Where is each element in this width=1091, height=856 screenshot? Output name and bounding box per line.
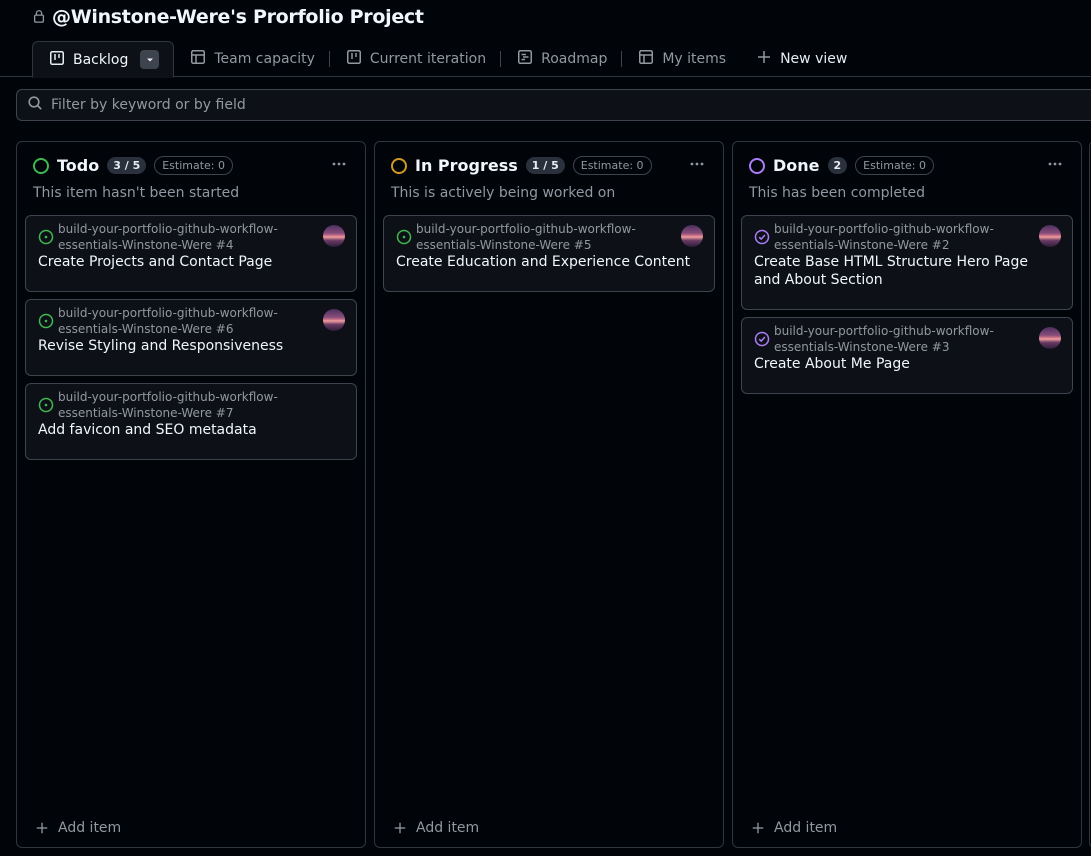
column-done: Done 2 Estimate: 0 This has been complet… — [732, 141, 1082, 848]
filter-bar — [16, 89, 1091, 121]
tab-current-iteration[interactable]: Current iteration — [330, 41, 500, 77]
card-title[interactable]: Add favicon and SEO metadata — [38, 421, 338, 439]
tab-label: Team capacity — [214, 51, 315, 67]
tab-backlog[interactable]: Backlog — [32, 41, 175, 78]
card-repo[interactable]: build-your-portfolio-github-workflow-ess… — [58, 305, 308, 337]
tab-my-items[interactable]: My items — [622, 41, 740, 77]
card-title[interactable]: Revise Styling and Responsiveness — [38, 337, 338, 355]
column-header: Todo 3 / 5 Estimate: 0 — [33, 156, 234, 175]
add-item-button[interactable]: Add item — [751, 820, 837, 836]
tab-label: Current iteration — [369, 51, 487, 67]
card-repo[interactable]: build-your-portfolio-github-workflow-ess… — [774, 221, 1024, 253]
add-item-button[interactable]: Add item — [393, 820, 479, 836]
view-tabs: Backlog Team capacity Current iteration … — [32, 41, 861, 78]
column-description: This is actively being worked on — [391, 185, 616, 201]
card-repo[interactable]: build-your-portfolio-github-workflow-ess… — [58, 221, 308, 253]
tab-label: My items — [662, 51, 727, 67]
view-options-dropdown[interactable] — [140, 50, 160, 69]
issue-card[interactable]: build-your-portfolio-github-workflow-ess… — [25, 383, 357, 460]
column-menu-button[interactable] — [1043, 154, 1067, 174]
filter-input[interactable] — [51, 97, 951, 113]
avatar[interactable] — [323, 225, 345, 247]
card-repo[interactable]: build-your-portfolio-github-workflow-ess… — [416, 221, 666, 253]
issue-open-icon — [38, 229, 54, 245]
avatar[interactable] — [1039, 327, 1061, 349]
table-icon — [638, 49, 654, 69]
board-icon — [346, 49, 362, 69]
issue-card[interactable]: build-your-portfolio-github-workflow-ess… — [25, 299, 357, 376]
plus-icon — [394, 822, 406, 834]
avatar[interactable] — [1039, 225, 1061, 247]
card-repo[interactable]: build-your-portfolio-github-workflow-ess… — [774, 323, 1024, 355]
new-view-button[interactable]: New view — [740, 41, 861, 77]
issue-closed-icon — [754, 229, 770, 245]
kebab-horizontal-icon — [690, 162, 704, 166]
status-circle-icon — [33, 157, 49, 174]
roadmap-icon — [517, 49, 533, 69]
issue-open-icon — [38, 313, 54, 329]
column-title: Todo — [57, 156, 100, 175]
tab-label: New view — [780, 51, 848, 67]
card-repo[interactable]: build-your-portfolio-github-workflow-ess… — [58, 389, 308, 421]
column-title: Done — [773, 156, 820, 175]
status-circle-icon — [391, 157, 407, 174]
issue-card[interactable]: build-your-portfolio-github-workflow-ess… — [25, 215, 357, 292]
add-item-label: Add item — [416, 820, 480, 836]
kebab-horizontal-icon — [1048, 162, 1062, 166]
search-icon — [27, 95, 43, 115]
issue-card[interactable]: build-your-portfolio-github-workflow-ess… — [741, 317, 1073, 394]
card-title[interactable]: Create Base HTML Structure Hero Page and… — [754, 253, 1054, 289]
item-count-badge: 2 — [827, 157, 848, 174]
card-title[interactable]: Create About Me Page — [754, 355, 1054, 373]
title-row: @Winstone-Were's Prorfolio Project — [32, 6, 424, 28]
plus-icon — [752, 822, 764, 834]
column-description: This item hasn't been started — [33, 185, 240, 201]
issue-open-icon — [38, 397, 54, 413]
avatar[interactable] — [323, 309, 345, 331]
estimate-badge: Estimate: 0 — [572, 156, 652, 175]
column-title: In Progress — [415, 156, 518, 175]
column-menu-button[interactable] — [685, 154, 709, 174]
column-in-progress: In Progress 1 / 5 Estimate: 0 This is ac… — [374, 141, 724, 848]
avatar[interactable] — [681, 225, 703, 247]
column-header: In Progress 1 / 5 Estimate: 0 — [391, 156, 652, 175]
project-title: @Winstone-Were's Prorfolio Project — [52, 6, 424, 28]
lock-icon — [32, 8, 46, 27]
tab-label: Roadmap — [541, 51, 608, 67]
add-item-button[interactable]: Add item — [35, 820, 121, 836]
plus-icon — [756, 49, 772, 69]
tab-roadmap[interactable]: Roadmap — [501, 41, 621, 77]
estimate-badge: Estimate: 0 — [154, 156, 234, 175]
plus-icon — [36, 822, 48, 834]
issue-card[interactable]: build-your-portfolio-github-workflow-ess… — [741, 215, 1073, 310]
board-icon — [49, 50, 65, 70]
tab-label: Backlog — [73, 51, 129, 68]
status-circle-icon — [749, 157, 765, 174]
item-count-badge: 3 / 5 — [107, 157, 147, 174]
column-todo: Todo 3 / 5 Estimate: 0 This item hasn't … — [16, 141, 366, 848]
issue-closed-icon — [754, 331, 770, 347]
column-menu-button[interactable] — [327, 154, 351, 174]
tab-team-capacity[interactable]: Team capacity — [174, 41, 329, 77]
estimate-badge: Estimate: 0 — [855, 156, 934, 175]
column-header: Done 2 Estimate: 0 — [749, 156, 934, 175]
column-description: This has been completed — [749, 185, 925, 201]
card-title[interactable]: Create Education and Experience Content — [396, 253, 696, 271]
issue-card[interactable]: build-your-portfolio-github-workflow-ess… — [383, 215, 715, 292]
kebab-horizontal-icon — [332, 162, 346, 166]
table-icon — [190, 49, 206, 69]
add-item-label: Add item — [58, 820, 122, 836]
item-count-badge: 1 / 5 — [525, 157, 565, 174]
card-title[interactable]: Create Projects and Contact Page — [38, 253, 338, 271]
issue-open-icon — [396, 229, 412, 245]
project-header: @Winstone-Were's Prorfolio Project Backl… — [0, 0, 1091, 78]
add-item-label: Add item — [774, 820, 838, 836]
